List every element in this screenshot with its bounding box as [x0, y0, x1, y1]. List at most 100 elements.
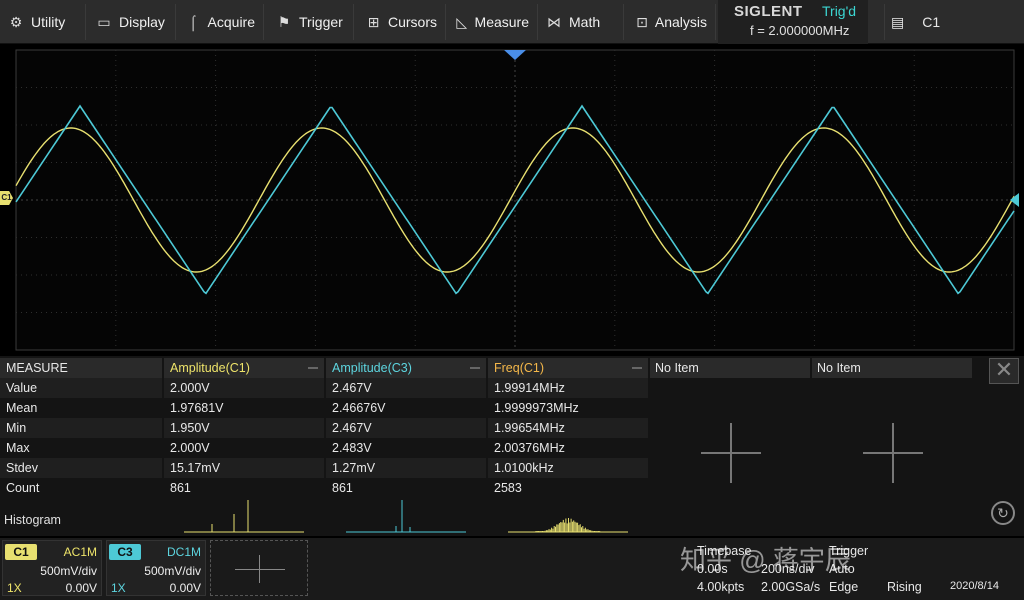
analysis-label: Analysis [654, 14, 707, 30]
channel-tag: C1 [5, 544, 37, 560]
channel-selector[interactable]: ▤ C1 [884, 4, 940, 40]
frequency-counter: f = 2.000000MHz [750, 23, 850, 38]
probe-ratio: 1X [111, 581, 126, 595]
row-label: Value [0, 378, 162, 398]
volts-per-div: 500mV/div [40, 564, 97, 578]
histogram-c1 [184, 500, 304, 533]
cell-value: 2.46676V [332, 401, 386, 415]
channel-selector-label: C1 [922, 14, 941, 30]
table-row: Max 2.000V 2.483V 2.00376MHz [0, 438, 650, 458]
flag-icon: ⚑ [277, 13, 291, 30]
trigger-mode: Auto [829, 562, 855, 576]
cell-value: 1.99914MHz [488, 378, 648, 398]
cursors-label: Cursors [387, 14, 437, 30]
add-measure-slot-1[interactable] [701, 423, 761, 483]
waveform-display[interactable] [0, 44, 1024, 354]
file-list-icon: ▤ [891, 13, 905, 30]
measure-title: MEASURE [0, 358, 162, 378]
cell-value: 1.27mV [326, 458, 486, 478]
cell-value: 861 [332, 481, 353, 495]
coupling: DC1M [166, 545, 201, 559]
measure-col-empty-2[interactable]: No Item [812, 358, 972, 378]
timebase-panel[interactable]: Timebase 0.00s 200ns/div 4.00kpts 2.00GS… [693, 540, 823, 596]
gear-icon: ⚙ [9, 13, 23, 30]
cell-value: 2.467V [326, 378, 486, 398]
cell-value: 1.950V [164, 418, 324, 438]
cell-value: 1.97681V [170, 401, 224, 415]
analysis-icon: ⊡ [636, 13, 648, 30]
measure-col-amplitude-c3[interactable]: Amplitude(C3) [326, 358, 486, 378]
measure-label: Measure [474, 14, 529, 30]
cell-value: 15.17mV [164, 458, 324, 478]
coupling: AC1M [63, 545, 97, 559]
ruler-icon: ◺ [456, 13, 468, 30]
histogram-freq-c1 [508, 518, 628, 533]
add-measure-slot-2[interactable] [863, 423, 923, 483]
measure-menu-button[interactable]: ◺ Measure [448, 4, 538, 40]
add-channel-button[interactable] [210, 540, 308, 596]
siglent-logo: SIGLENT [734, 3, 803, 20]
row-label: Max [6, 441, 30, 455]
utility-label: Utility [31, 14, 66, 30]
measure-col-empty-1[interactable]: No Item [650, 358, 810, 378]
measure-col-amplitude-c1[interactable]: Amplitude(C1) [164, 358, 324, 378]
histogram-label: Histogram [4, 513, 61, 527]
column-label: Amplitude(C1) [170, 361, 250, 375]
channel-c1-box[interactable]: C1 AC1M 500mV/div 1X 0.00V [2, 540, 102, 596]
math-menu-button[interactable]: ⋈ Math [538, 4, 624, 40]
plus-icon [235, 555, 285, 583]
trigger-level-marker[interactable] [1010, 193, 1019, 207]
channel-c3-box[interactable]: C3 DC1M 500mV/div 1X 0.00V [106, 540, 206, 596]
display-label: Display [119, 14, 165, 30]
acquire-icon: ⌠ [189, 14, 198, 30]
sample-rate: 2.00GSa/s [761, 580, 821, 594]
cursor-grid-icon: ⊞ [367, 13, 380, 30]
column-label: Amplitude(C3) [332, 361, 412, 375]
trigger-menu-button[interactable]: ⚑ Trigger [268, 4, 354, 40]
date-panel: 2020/8/14 [948, 540, 1024, 596]
probe-ratio: 1X [7, 581, 22, 595]
math-label: Math [569, 14, 601, 30]
cell-value: 2583 [494, 481, 522, 495]
math-icon: ⋈ [547, 13, 561, 30]
trigger-type: Edge [829, 580, 859, 594]
measure-header-row: MEASURE Amplitude(C1) Amplitude(C3) Freq… [0, 358, 650, 378]
cell-value: 2.467V [326, 418, 486, 438]
reset-statistics-button[interactable]: ↻ [991, 501, 1015, 525]
cell-value: 861 [170, 481, 191, 495]
offset: 0.00V [169, 581, 201, 595]
trigger-position-marker[interactable] [504, 50, 526, 60]
timebase-delay: 0.00s [697, 562, 728, 576]
memory-depth: 4.00kpts [697, 580, 745, 594]
row-label: Mean [6, 401, 38, 415]
waveform-grid [15, 49, 1015, 351]
cell-value: 2.00376MHz [494, 441, 565, 455]
trigger-slope: Rising [887, 580, 922, 594]
date-value: 2020/8/14 [950, 580, 999, 592]
display-menu-button[interactable]: ▭ Display [88, 4, 176, 40]
top-toolbar: ⚙ Utility ▭ Display ⌠ Acquire ⚑ Trigger … [0, 0, 1024, 44]
channel-tag: C3 [109, 544, 141, 560]
column-label: Freq(C1) [494, 361, 545, 375]
acquire-menu-button[interactable]: ⌠ Acquire [178, 4, 264, 40]
close-measure-button[interactable]: ✕ [989, 358, 1019, 384]
measure-col-freq-c1[interactable]: Freq(C1) [488, 358, 648, 378]
cell-value: 1.0100kHz [488, 458, 648, 478]
cell-value: 1.9999973MHz [494, 401, 579, 415]
trigger-label: Trigger [829, 544, 869, 558]
table-row: Mean 1.97681V 2.46676V 1.9999973MHz [0, 398, 650, 418]
table-row: Min 1.950V 2.467V 1.99654MHz [0, 418, 650, 438]
analysis-menu-button[interactable]: ⊡ Analysis [628, 4, 716, 40]
timebase-scale: 200ns/div [761, 562, 815, 576]
timebase-label: Timebase [697, 544, 752, 558]
trigger-status: Trig'd [822, 3, 857, 19]
cursors-menu-button[interactable]: ⊞ Cursors [358, 4, 446, 40]
channel-status-bar: C1 AC1M 500mV/div 1X 0.00V C3 DC1M 500mV… [0, 538, 1024, 600]
cell-value: 1.99654MHz [488, 418, 648, 438]
cell-value: 2.483V [332, 441, 372, 455]
utility-menu-button[interactable]: ⚙ Utility [0, 4, 86, 40]
histogram-c3 [346, 500, 466, 533]
row-label: Stdev [0, 458, 162, 478]
histogram-plots [184, 500, 628, 533]
trigger-panel[interactable]: Trigger Auto Edge Rising [827, 540, 947, 596]
